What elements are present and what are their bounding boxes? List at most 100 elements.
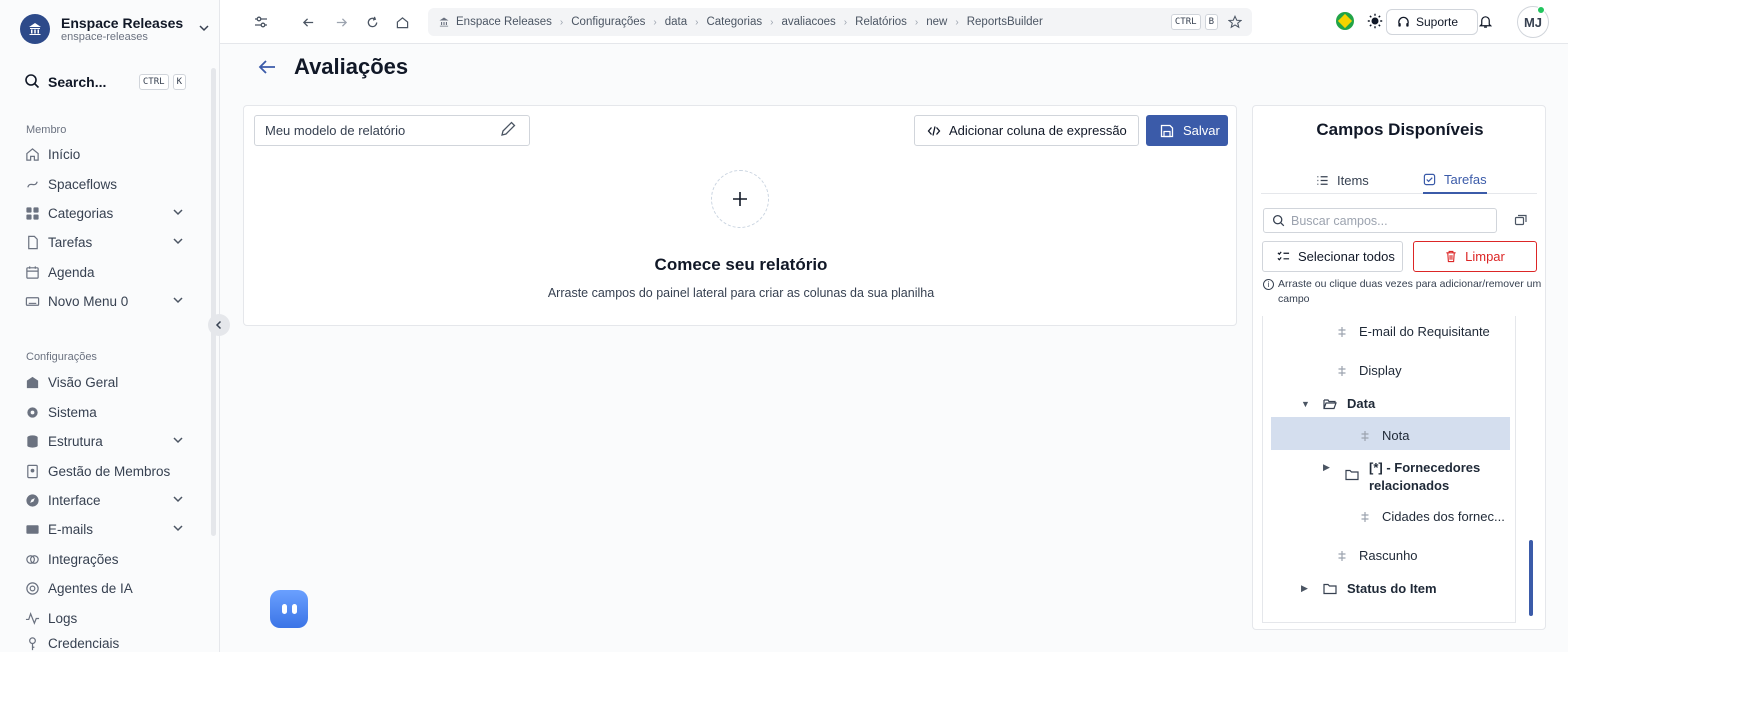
report-builder-card: Meu modelo de relatório Adicionar coluna… xyxy=(243,105,1237,326)
sidebar-item-visao-geral[interactable]: Visão Geral xyxy=(24,370,184,394)
fields-panel-title: Campos Disponíveis xyxy=(1316,120,1484,139)
sidebar-item-sistema[interactable]: Sistema xyxy=(24,400,184,424)
kbd-ctrl: CTRL xyxy=(1170,14,1201,30)
breadcrumb-item[interactable]: Relatórios xyxy=(855,16,907,28)
folder-icon xyxy=(1345,469,1359,481)
save-label: Salvar xyxy=(1183,123,1220,138)
theme-sun-icon[interactable] xyxy=(1366,12,1384,30)
sidebar-item-credenciais[interactable]: Credenciais xyxy=(24,635,184,652)
tab-tarefas[interactable]: Tarefas xyxy=(1423,166,1487,194)
headset-icon xyxy=(1397,16,1410,29)
breadcrumb-item[interactable]: avaliacoes xyxy=(781,16,835,28)
breadcrumb-item-workspace[interactable]: Enspace Releases xyxy=(438,16,552,28)
collapse-sidebar-button[interactable] xyxy=(208,314,230,336)
add-expression-column-button[interactable]: Adicionar coluna de expressão xyxy=(914,115,1139,146)
sliders-icon[interactable] xyxy=(252,13,270,31)
sidebar-item-label: Integrações xyxy=(48,551,119,567)
refresh-icon[interactable] xyxy=(363,13,381,31)
tree-node-label: E-mail do Requisitante xyxy=(1359,324,1490,339)
sidebar-item-inicio[interactable]: Início xyxy=(24,142,184,166)
keyboard-icon xyxy=(24,293,40,309)
template-name-input[interactable]: Meu modelo de relatório xyxy=(254,115,530,146)
sidebar-item-logs[interactable]: Logs xyxy=(24,606,184,630)
sidebar-item-label: Categorias xyxy=(48,205,114,221)
tree-node-label: Cidades dos fornec... xyxy=(1382,509,1505,524)
breadcrumb: Enspace Releases › Configurações › data … xyxy=(428,8,1252,36)
breadcrumb-item[interactable]: new xyxy=(926,16,947,28)
sidebar-item-categorias[interactable]: Categorias xyxy=(24,201,184,225)
sidebar-item-agenda[interactable]: Agenda xyxy=(24,260,184,284)
clear-button[interactable]: Limpar xyxy=(1413,241,1537,272)
folder-open-icon xyxy=(1323,398,1337,410)
sidebar-item-agentes-ia[interactable]: Agentes de IA xyxy=(24,576,184,600)
pencil-icon[interactable] xyxy=(499,120,517,141)
list-check-icon xyxy=(1277,250,1290,263)
sidebar-item-estrutura[interactable]: Estrutura xyxy=(24,429,184,453)
breadcrumb-item[interactable]: Categorias xyxy=(706,16,762,28)
sidebar-item-interface[interactable]: Interface xyxy=(24,488,184,512)
sidebar-scrollbar[interactable] xyxy=(211,68,216,536)
sidebar-item-novo-menu-0[interactable]: Novo Menu 0 xyxy=(24,289,184,313)
chevron-down-icon xyxy=(198,21,210,37)
info-icon: i xyxy=(1263,279,1274,290)
caret-right-icon: ▶ xyxy=(1301,583,1308,593)
empty-state-subtitle: Arraste campos do painel lateral para cr… xyxy=(547,286,935,300)
search-trigger[interactable]: Search... CTRL K xyxy=(24,72,186,92)
breadcrumb-separator: › xyxy=(914,16,919,28)
support-button[interactable]: Suporte xyxy=(1386,9,1478,35)
tree-field-display[interactable]: Display xyxy=(1335,363,1402,378)
sidebar-item-label: Estrutura xyxy=(48,433,103,449)
drag-hint: i Arraste ou clique duas vezes para adic… xyxy=(1263,277,1543,307)
expand-all-icon[interactable] xyxy=(1514,213,1528,230)
chevron-down-icon xyxy=(172,522,184,537)
drag-handle-icon xyxy=(1358,511,1372,523)
field-search-input[interactable]: Buscar campos... xyxy=(1263,208,1497,233)
tree-folder-data[interactable]: ▼ Data xyxy=(1301,396,1375,411)
assistant-bot-icon[interactable] xyxy=(270,590,308,628)
tab-items[interactable]: Items xyxy=(1316,166,1369,194)
tree-field-email-requisitante[interactable]: E-mail do Requisitante xyxy=(1335,324,1490,339)
breadcrumb-separator: › xyxy=(843,16,848,28)
tree-node-label: Display xyxy=(1359,363,1402,378)
database-icon xyxy=(24,433,40,449)
breadcrumb-item[interactable]: Configurações xyxy=(571,16,645,28)
sidebar-item-emails[interactable]: E-mails xyxy=(24,517,184,541)
forward-nav-icon[interactable] xyxy=(332,13,350,31)
select-all-label: Selecionar todos xyxy=(1298,249,1395,264)
star-icon[interactable] xyxy=(1228,15,1242,29)
bell-icon[interactable] xyxy=(1476,12,1494,30)
app-window: Enspace Releases enspace-releases Search… xyxy=(0,0,1568,652)
caret-right-icon: ▶ xyxy=(1323,462,1330,472)
caret-down-icon: ▼ xyxy=(1301,398,1310,409)
kbd-b: B xyxy=(1204,14,1218,30)
tree-folder-status-item[interactable]: ▶ Status do Item xyxy=(1301,581,1437,596)
workspace-slug: enspace-releases xyxy=(61,30,148,43)
sidebar-item-label: Início xyxy=(48,146,81,162)
tree-field-nota[interactable]: Nota xyxy=(1358,428,1409,443)
back-arrow-icon[interactable] xyxy=(256,56,278,78)
tree-field-rascunho[interactable]: Rascunho xyxy=(1335,548,1418,563)
brazil-flag-icon[interactable] xyxy=(1336,12,1354,30)
save-button[interactable]: Salvar xyxy=(1146,115,1228,146)
kbd-ctrl: CTRL xyxy=(138,74,169,90)
back-nav-icon[interactable] xyxy=(299,13,317,31)
tree-folder-fornecedores[interactable]: ▶ [*] - Fornecedores relacionados xyxy=(1323,459,1513,495)
breadcrumb-item[interactable]: data xyxy=(665,16,687,28)
sidebar-item-integracoes[interactable]: Integrações xyxy=(24,547,184,571)
add-column-plus-icon[interactable] xyxy=(711,170,769,228)
tree-field-cidades[interactable]: Cidades dos fornec... xyxy=(1358,509,1505,524)
drag-hint-text: Arraste ou clique duas vezes para adicio… xyxy=(1278,278,1542,306)
chevron-down-icon xyxy=(172,294,184,309)
fields-tree-scrollbar[interactable] xyxy=(1529,540,1533,616)
workspace-switcher[interactable]: Enspace Releases enspace-releases xyxy=(20,12,210,46)
sidebar-item-spaceflows[interactable]: Spaceflows xyxy=(24,172,184,196)
sidebar-item-tarefas[interactable]: Tarefas xyxy=(24,230,184,254)
breadcrumb-separator: › xyxy=(559,16,564,28)
calendar-icon xyxy=(24,264,40,280)
select-all-button[interactable]: Selecionar todos xyxy=(1262,241,1403,272)
page-title: Avaliações xyxy=(294,54,409,79)
breadcrumb-item-current[interactable]: ReportsBuilder xyxy=(967,16,1043,28)
home-icon[interactable] xyxy=(393,13,411,31)
sidebar-item-gestao-membros[interactable]: Gestão de Membros xyxy=(24,459,184,483)
checkbox-icon xyxy=(1423,173,1436,186)
